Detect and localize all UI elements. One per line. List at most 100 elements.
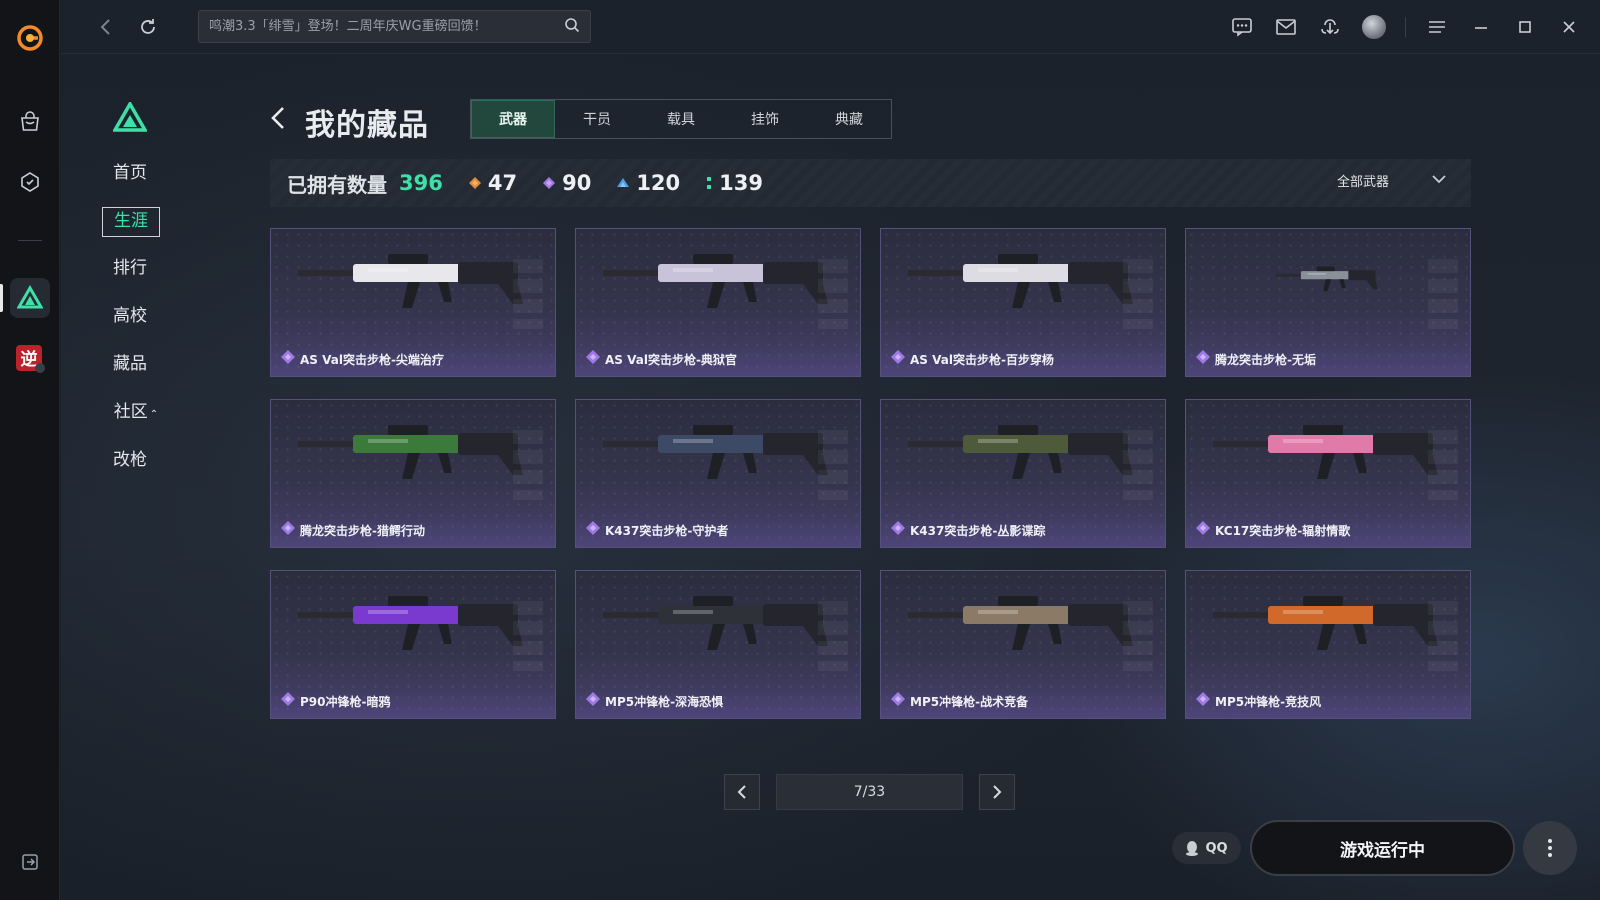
- app-rail: 逆: [0, 0, 60, 900]
- game-running-button[interactable]: 游戏运行中: [1250, 820, 1515, 876]
- weapon-card[interactable]: 腾龙突击步枪-猎鳄行动: [270, 399, 556, 548]
- qq-label: QQ: [1205, 840, 1228, 856]
- more-options-icon[interactable]: [1523, 821, 1577, 875]
- tab-operators[interactable]: 干员: [555, 100, 639, 138]
- subnav-item-college[interactable]: 高校: [100, 303, 160, 329]
- weapon-image: [603, 242, 833, 316]
- next-page-button[interactable]: [979, 774, 1015, 810]
- maximize-icon[interactable]: [1510, 13, 1540, 41]
- collection-tabs: 武器 干员 载具 挂饰 典藏: [470, 99, 892, 139]
- purple-gem-icon: [1196, 520, 1210, 539]
- chevron-down-icon: [1431, 173, 1447, 188]
- games-tag-icon[interactable]: [10, 162, 50, 202]
- weapon-filter-label: 全部武器: [1336, 175, 1389, 190]
- page-back-icon[interactable]: [270, 103, 290, 133]
- purple-gem-icon: [586, 349, 600, 368]
- mail-icon[interactable]: [1271, 13, 1301, 41]
- owned-count-label: 已拥有数量: [287, 172, 387, 197]
- subnav-community-label: 社区: [113, 402, 148, 422]
- purple-gem-icon: [1196, 691, 1210, 710]
- weapon-name: MP5冲锋枪-战术竞备: [910, 695, 1029, 709]
- weapon-image: [1276, 261, 1380, 297]
- rarity-purple-count: 90: [562, 171, 592, 195]
- weapon-card[interactable]: AS Val突击步枪-尖端治疗: [270, 228, 556, 377]
- weapon-card[interactable]: P90冲锋枪-暗鸦: [270, 570, 556, 719]
- purple-gem-icon: [281, 520, 295, 539]
- weapon-image: [298, 584, 528, 658]
- weapon-image: [908, 413, 1138, 487]
- rarity-green-count: 139: [719, 171, 763, 195]
- subnav-item-community[interactable]: 社区 ⌃: [106, 399, 166, 428]
- subnav-item-gunsmith[interactable]: 改枪: [100, 447, 160, 473]
- active-indicator: [0, 284, 3, 312]
- weapon-name: MP5冲锋枪-深海恐惧: [605, 695, 724, 709]
- search-input[interactable]: [209, 19, 564, 34]
- page-indicator[interactable]: 7/33: [776, 774, 963, 810]
- weapon-name: KC17突击步枪-辐射情歌: [1215, 524, 1351, 538]
- delta-force-game-icon[interactable]: [10, 278, 50, 318]
- weapon-image: [1213, 413, 1443, 487]
- rarity-orange-count: 47: [487, 171, 518, 195]
- rarity-orange: 47: [468, 171, 518, 195]
- purple-gem-icon: [281, 349, 295, 368]
- orange-gem-icon: [468, 177, 481, 189]
- rarity-blue-count: 120: [636, 171, 681, 195]
- weapon-card[interactable]: K437突击步枪-守护者: [575, 399, 861, 548]
- rarity-blue: 120: [617, 171, 680, 195]
- weapon-name: AS Val突击步枪-百步穿杨: [910, 353, 1054, 367]
- refresh-icon[interactable]: [135, 14, 161, 40]
- weapon-name: K437突击步枪-丛影谍踪: [910, 524, 1046, 538]
- weapon-filter-dropdown[interactable]: 全部武器: [1337, 171, 1447, 190]
- tab-weapons[interactable]: 武器: [471, 100, 555, 138]
- caret-up-icon: ⌃: [149, 409, 159, 420]
- purple-gem-icon: [543, 177, 556, 189]
- weapon-card[interactable]: AS Val突击步枪-典狱官: [575, 228, 861, 377]
- pagination: 7/33: [724, 774, 1015, 810]
- menu-icon[interactable]: [1422, 13, 1452, 41]
- purple-gem-icon: [891, 520, 905, 539]
- weapon-card[interactable]: MP5冲锋枪-深海恐惧: [575, 570, 861, 719]
- collection-stats-bar: 已拥有数量 396 47 90 120 139 全部武器: [270, 159, 1471, 207]
- blue-gem-icon: [617, 178, 630, 187]
- tab-charms[interactable]: 挂饰: [723, 100, 807, 138]
- minimize-icon[interactable]: [1466, 13, 1496, 41]
- weapon-card[interactable]: 腾龙突击步枪-无垢: [1185, 228, 1471, 377]
- search-icon[interactable]: [564, 17, 580, 37]
- weapon-card[interactable]: MP5冲锋枪-战术竞备: [880, 570, 1166, 719]
- weapon-card[interactable]: MP5冲锋枪-竞技风: [1185, 570, 1471, 719]
- qq-button[interactable]: QQ: [1172, 832, 1241, 864]
- tab-premium[interactable]: 典藏: [807, 100, 891, 138]
- weapon-image: [908, 242, 1138, 316]
- app-logo-icon[interactable]: [10, 18, 50, 58]
- owned-count-total: 396: [399, 171, 443, 195]
- subnav-item-ranking[interactable]: 排行: [100, 255, 160, 281]
- user-avatar[interactable]: [1359, 13, 1389, 41]
- weapon-name: P90冲锋枪-暗鸦: [300, 695, 391, 709]
- weapon-card[interactable]: AS Val突击步枪-百步穿杨: [880, 228, 1166, 377]
- prev-page-button[interactable]: [724, 774, 760, 810]
- tab-vehicles[interactable]: 载具: [639, 100, 723, 138]
- purple-gem-icon: [586, 520, 600, 539]
- qq-penguin-icon: [1186, 841, 1199, 856]
- rarity-green: 139: [706, 171, 763, 195]
- weapon-name: 腾龙突击步枪-无垢: [1215, 353, 1316, 367]
- second-game-icon[interactable]: 逆: [10, 338, 50, 378]
- subnav-item-collection[interactable]: 藏品: [100, 351, 160, 377]
- rarity-purple: 90: [543, 171, 591, 195]
- collapse-sidebar-icon[interactable]: [10, 842, 50, 882]
- weapon-image: [603, 584, 833, 658]
- store-bag-icon[interactable]: [10, 102, 50, 142]
- chat-icon[interactable]: [1227, 13, 1257, 41]
- weapon-grid: AS Val突击步枪-尖端治疗 AS Val突击步枪-典狱官 AS Val突击步枪-…: [270, 228, 1471, 719]
- subnav-item-career[interactable]: 生涯: [102, 207, 160, 237]
- weapon-card[interactable]: K437突击步枪-丛影谍踪: [880, 399, 1166, 548]
- weapon-image: [298, 413, 528, 487]
- close-icon[interactable]: [1554, 13, 1584, 41]
- green-gem-icon: [707, 177, 712, 189]
- rail-divider: [18, 240, 42, 241]
- search-bar[interactable]: [198, 10, 591, 43]
- back-arrow-icon[interactable]: [93, 14, 119, 40]
- download-icon[interactable]: [1315, 13, 1345, 41]
- weapon-card[interactable]: KC17突击步枪-辐射情歌: [1185, 399, 1471, 548]
- subnav-item-home[interactable]: 首页: [100, 160, 160, 186]
